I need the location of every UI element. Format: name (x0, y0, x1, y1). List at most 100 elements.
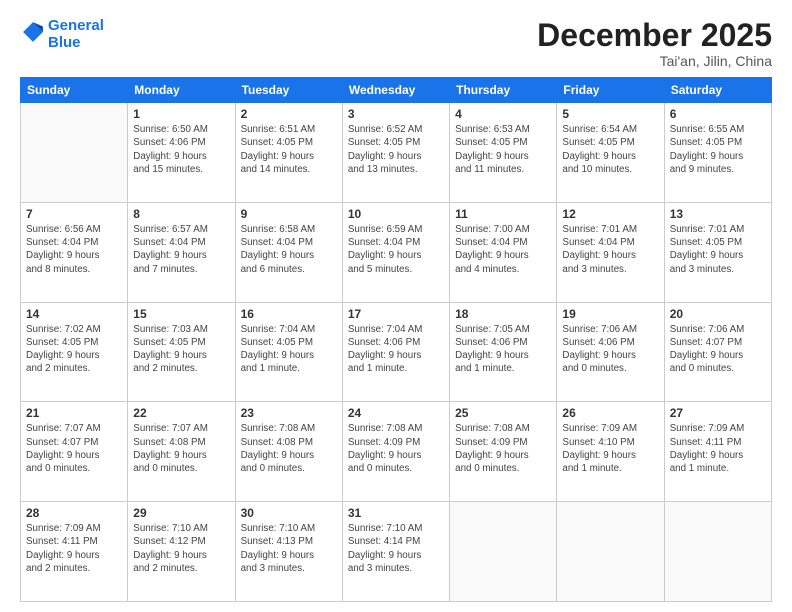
day-number: 21 (26, 406, 122, 420)
day-number: 13 (670, 207, 766, 221)
day-number: 29 (133, 506, 229, 520)
calendar-cell: 27Sunrise: 7:09 AM Sunset: 4:11 PM Dayli… (664, 402, 771, 502)
calendar-cell: 9Sunrise: 6:58 AM Sunset: 4:04 PM Daylig… (235, 202, 342, 302)
calendar-week-row: 7 Sunrise: 6:56 AM Sunset: 4:04 PM Daylig… (21, 202, 772, 302)
logo-line2: Blue (48, 35, 104, 52)
day-number: 20 (670, 307, 766, 321)
calendar-cell: 15 Sunrise: 7:03 AM Sunset: 4:05 PM Dayli… (128, 302, 235, 402)
calendar-cell: 12 Sunrise: 7:01 AM Sunset: 4:04 PM Dayli… (557, 202, 664, 302)
day-info: Sunrise: 7:08 AM Sunset: 4:09 PM Dayligh… (348, 422, 444, 475)
day-number: 18 (455, 307, 551, 321)
day-info: Sunrise: 6:57 AM Sunset: 4:04 PM Dayligh… (133, 223, 229, 276)
day-number: 7 (26, 207, 122, 221)
day-info: Sunrise: 7:09 AM Sunset: 4:11 PM Dayligh… (26, 522, 122, 575)
weekday-header-cell: Monday (128, 78, 235, 103)
weekday-header-cell: Saturday (664, 78, 771, 103)
day-number: 1 (133, 107, 229, 121)
day-info: Sunrise: 7:10 AM Sunset: 4:13 PM Dayligh… (241, 522, 337, 575)
day-info: Sunrise: 7:09 AM Sunset: 4:11 PM Dayligh… (670, 422, 766, 475)
day-info: Sunrise: 6:56 AM Sunset: 4:04 PM Dayligh… (26, 223, 122, 276)
calendar-cell: 3Sunrise: 6:52 AM Sunset: 4:05 PM Daylig… (342, 103, 449, 203)
page: General Blue December 2025 Tai'an, Jilin… (0, 0, 792, 612)
day-number: 8 (133, 207, 229, 221)
calendar-cell: 11Sunrise: 7:00 AM Sunset: 4:04 PM Dayli… (450, 202, 557, 302)
day-number: 15 (133, 307, 229, 321)
calendar-cell (557, 502, 664, 602)
day-info: Sunrise: 7:10 AM Sunset: 4:12 PM Dayligh… (133, 522, 229, 575)
day-info: Sunrise: 7:03 AM Sunset: 4:05 PM Dayligh… (133, 323, 229, 376)
day-number: 22 (133, 406, 229, 420)
calendar-cell: 5Sunrise: 6:54 AM Sunset: 4:05 PM Daylig… (557, 103, 664, 203)
day-number: 4 (455, 107, 551, 121)
day-info: Sunrise: 7:05 AM Sunset: 4:06 PM Dayligh… (455, 323, 551, 376)
day-number: 25 (455, 406, 551, 420)
calendar-cell: 21 Sunrise: 7:07 AM Sunset: 4:07 PM Dayli… (21, 402, 128, 502)
calendar-cell: 24 Sunrise: 7:08 AM Sunset: 4:09 PM Dayli… (342, 402, 449, 502)
calendar-cell: 19Sunrise: 7:06 AM Sunset: 4:06 PM Dayli… (557, 302, 664, 402)
calendar-cell: 13 Sunrise: 7:01 AM Sunset: 4:05 PM Dayli… (664, 202, 771, 302)
weekday-header-row: SundayMondayTuesdayWednesdayThursdayFrid… (21, 78, 772, 103)
day-info: Sunrise: 7:01 AM Sunset: 4:04 PM Dayligh… (562, 223, 658, 276)
calendar-cell: 8 Sunrise: 6:57 AM Sunset: 4:04 PM Daylig… (128, 202, 235, 302)
day-number: 31 (348, 506, 444, 520)
day-number: 16 (241, 307, 337, 321)
day-info: Sunrise: 6:54 AM Sunset: 4:05 PM Dayligh… (562, 123, 658, 176)
day-number: 14 (26, 307, 122, 321)
logo-line1: General (48, 18, 104, 35)
calendar-cell (664, 502, 771, 602)
day-info: Sunrise: 7:08 AM Sunset: 4:09 PM Dayligh… (455, 422, 551, 475)
calendar-cell: 22 Sunrise: 7:07 AM Sunset: 4:08 PM Dayli… (128, 402, 235, 502)
calendar-week-row: 21 Sunrise: 7:07 AM Sunset: 4:07 PM Dayli… (21, 402, 772, 502)
day-number: 3 (348, 107, 444, 121)
day-number: 26 (562, 406, 658, 420)
day-number: 2 (241, 107, 337, 121)
day-info: Sunrise: 7:02 AM Sunset: 4:05 PM Dayligh… (26, 323, 122, 376)
calendar-cell: 10 Sunrise: 6:59 AM Sunset: 4:04 PM Dayli… (342, 202, 449, 302)
day-number: 10 (348, 207, 444, 221)
calendar-cell: 26Sunrise: 7:09 AM Sunset: 4:10 PM Dayli… (557, 402, 664, 502)
day-info: Sunrise: 6:53 AM Sunset: 4:05 PM Dayligh… (455, 123, 551, 176)
day-info: Sunrise: 7:04 AM Sunset: 4:05 PM Dayligh… (241, 323, 337, 376)
day-number: 12 (562, 207, 658, 221)
day-info: Sunrise: 7:06 AM Sunset: 4:07 PM Dayligh… (670, 323, 766, 376)
day-info: Sunrise: 7:10 AM Sunset: 4:14 PM Dayligh… (348, 522, 444, 575)
day-info: Sunrise: 6:59 AM Sunset: 4:04 PM Dayligh… (348, 223, 444, 276)
day-info: Sunrise: 6:51 AM Sunset: 4:05 PM Dayligh… (241, 123, 337, 176)
calendar-cell: 20 Sunrise: 7:06 AM Sunset: 4:07 PM Dayli… (664, 302, 771, 402)
weekday-header-cell: Wednesday (342, 78, 449, 103)
calendar-body: 1 Sunrise: 6:50 AM Sunset: 4:06 PM Daylig… (21, 103, 772, 602)
calendar-cell: 31 Sunrise: 7:10 AM Sunset: 4:14 PM Dayli… (342, 502, 449, 602)
day-info: Sunrise: 7:07 AM Sunset: 4:08 PM Dayligh… (133, 422, 229, 475)
day-number: 6 (670, 107, 766, 121)
calendar-week-row: 28 Sunrise: 7:09 AM Sunset: 4:11 PM Dayli… (21, 502, 772, 602)
calendar-cell: 6 Sunrise: 6:55 AM Sunset: 4:05 PM Daylig… (664, 103, 771, 203)
month-title: December 2025 (537, 18, 772, 53)
day-info: Sunrise: 7:06 AM Sunset: 4:06 PM Dayligh… (562, 323, 658, 376)
day-info: Sunrise: 6:50 AM Sunset: 4:06 PM Dayligh… (133, 123, 229, 176)
calendar-cell: 25 Sunrise: 7:08 AM Sunset: 4:09 PM Dayli… (450, 402, 557, 502)
day-number: 24 (348, 406, 444, 420)
calendar-cell: 16 Sunrise: 7:04 AM Sunset: 4:05 PM Dayli… (235, 302, 342, 402)
header: General Blue December 2025 Tai'an, Jilin… (20, 18, 772, 69)
calendar-cell: 18 Sunrise: 7:05 AM Sunset: 4:06 PM Dayli… (450, 302, 557, 402)
calendar: SundayMondayTuesdayWednesdayThursdayFrid… (20, 77, 772, 602)
day-info: Sunrise: 7:01 AM Sunset: 4:05 PM Dayligh… (670, 223, 766, 276)
day-number: 9 (241, 207, 337, 221)
day-number: 17 (348, 307, 444, 321)
calendar-cell (21, 103, 128, 203)
day-info: Sunrise: 6:55 AM Sunset: 4:05 PM Dayligh… (670, 123, 766, 176)
day-info: Sunrise: 7:04 AM Sunset: 4:06 PM Dayligh… (348, 323, 444, 376)
calendar-week-row: 14 Sunrise: 7:02 AM Sunset: 4:05 PM Dayli… (21, 302, 772, 402)
calendar-cell (450, 502, 557, 602)
weekday-header-cell: Tuesday (235, 78, 342, 103)
title-block: December 2025 Tai'an, Jilin, China (537, 18, 772, 69)
logo-icon (22, 21, 44, 43)
calendar-cell: 2 Sunrise: 6:51 AM Sunset: 4:05 PM Daylig… (235, 103, 342, 203)
day-info: Sunrise: 7:07 AM Sunset: 4:07 PM Dayligh… (26, 422, 122, 475)
calendar-week-row: 1 Sunrise: 6:50 AM Sunset: 4:06 PM Daylig… (21, 103, 772, 203)
day-number: 28 (26, 506, 122, 520)
logo: General Blue (20, 18, 104, 51)
calendar-cell: 28 Sunrise: 7:09 AM Sunset: 4:11 PM Dayli… (21, 502, 128, 602)
calendar-cell: 4 Sunrise: 6:53 AM Sunset: 4:05 PM Daylig… (450, 103, 557, 203)
weekday-header-cell: Sunday (21, 78, 128, 103)
